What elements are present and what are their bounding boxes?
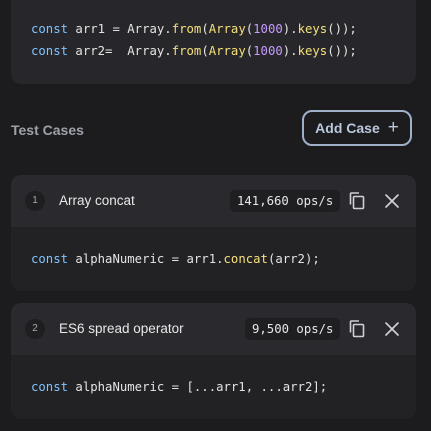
- code-text: alphaNumeric = arr1.: [68, 252, 224, 266]
- ops-per-second-badge: 9,500 ops/s: [245, 318, 341, 340]
- code-text: arr2= Array.: [68, 44, 172, 58]
- code-text: ());: [327, 44, 357, 58]
- case-code-editor[interactable]: const alphaNumeric = arr1.concat(arr2);: [11, 227, 416, 291]
- case-index-badge: 1: [25, 191, 45, 211]
- case-index-badge: 2: [25, 319, 45, 339]
- keyword: const: [31, 252, 69, 266]
- code-text: ).: [282, 44, 298, 58]
- case-name[interactable]: ES6 spread operator: [59, 321, 184, 336]
- code-text: (: [201, 22, 209, 36]
- number-literal: 1000: [253, 44, 283, 58]
- case-code-line: const alphaNumeric = [...arr1, ...arr2];: [31, 380, 327, 394]
- setup-code-line-1: const arr1 = Array.from(Array(1000).keys…: [31, 22, 357, 36]
- function-name: keys: [297, 22, 328, 36]
- function-name: Array: [208, 22, 246, 36]
- ops-per-second-badge: 141,660 ops/s: [230, 190, 341, 212]
- function-name: Array: [208, 44, 246, 58]
- code-text: (: [201, 44, 209, 58]
- code-text: (arr2);: [267, 252, 320, 266]
- keyword: const: [31, 44, 69, 58]
- close-icon[interactable]: [382, 319, 402, 339]
- code-text: ).: [282, 22, 298, 36]
- function-name: from: [171, 22, 202, 36]
- keyword: const: [31, 380, 69, 394]
- setup-code-line-2: const arr2= Array.from(Array(1000).keys(…: [31, 44, 357, 58]
- case-code-editor[interactable]: const alphaNumeric = [...arr1, ...arr2];: [11, 355, 416, 419]
- function-name: from: [171, 44, 202, 58]
- test-case-1: 1 Array concat 141,660 ops/s const alpha…: [11, 175, 416, 291]
- close-icon[interactable]: [382, 191, 402, 211]
- function-name: concat: [223, 252, 268, 266]
- copy-icon[interactable]: [347, 319, 367, 339]
- setup-code-panel[interactable]: const arr1 = Array.from(Array(1000).keys…: [11, 0, 416, 84]
- plus-icon: +: [387, 116, 399, 138]
- function-name: keys: [297, 44, 328, 58]
- keyword: const: [31, 22, 69, 36]
- code-text: alphaNumeric = [...arr1, ...arr2];: [68, 380, 328, 394]
- code-text: ());: [327, 22, 357, 36]
- case-code-line: const alphaNumeric = arr1.concat(arr2);: [31, 252, 320, 266]
- add-case-label: Add Case: [315, 120, 380, 136]
- add-case-button[interactable]: Add Case +: [302, 110, 412, 146]
- copy-icon[interactable]: [347, 191, 367, 211]
- number-literal: 1000: [253, 22, 283, 36]
- section-title-test-cases: Test Cases: [11, 122, 84, 138]
- test-case-2: 2 ES6 spread operator 9,500 ops/s const …: [11, 303, 416, 419]
- case-name[interactable]: Array concat: [59, 193, 135, 208]
- test-case-header: 2 ES6 spread operator 9,500 ops/s: [11, 303, 416, 355]
- test-case-header: 1 Array concat 141,660 ops/s: [11, 175, 416, 227]
- code-text: arr1 = Array.: [68, 22, 172, 36]
